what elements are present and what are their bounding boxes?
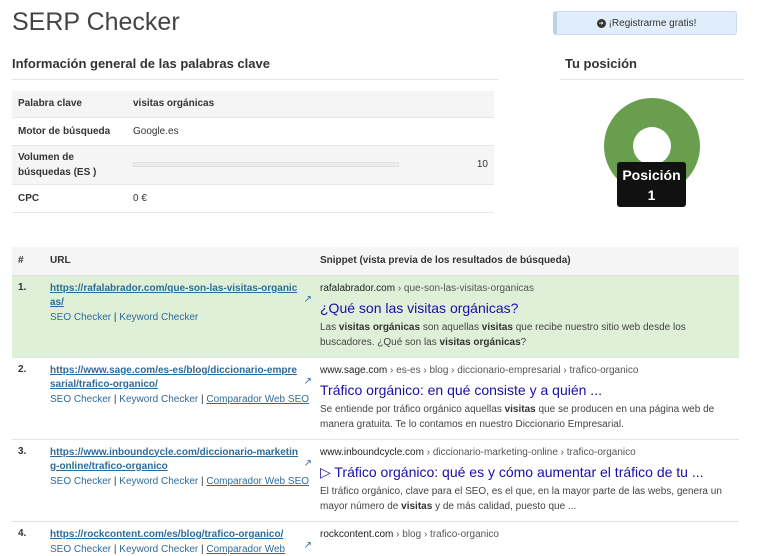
result-url-link[interactable]: https://www.sage.com/es-es/blog/dicciona… (50, 364, 298, 392)
result-rank: 2. (12, 357, 50, 440)
overview-label: Motor de búsqueda (18, 125, 111, 137)
column-header-snippet: Snippet (vista previa de los resultados … (318, 247, 739, 276)
result-url-cell: ↗ https://rafalabrador.com/que-son-las-vi… (50, 275, 318, 358)
divider (560, 79, 744, 80)
snippet-domain: www.inboundcycle.com (320, 446, 424, 458)
tool-link-seo-checker[interactable]: SEO Checker (50, 544, 111, 555)
search-volume-bar (133, 161, 399, 167)
snippet-keyword-highlight: visitas (504, 403, 536, 415)
snippet-text: ? (520, 336, 527, 348)
snippet-title[interactable]: Tráfico orgánico: en qué consiste y a qu… (320, 381, 731, 400)
table-row: 1. ↗ https://rafalabrador.com/que-son-las-… (12, 275, 739, 358)
result-tools: SEO Checker | Keyword Checker | Comparad… (50, 475, 312, 489)
result-url-link[interactable]: https://www.inboundcycle.com/diccionario… (50, 446, 298, 474)
result-url-cell: ↗ https://www.inboundcycle.com/diccionari… (50, 439, 318, 522)
overview-label: CPC (18, 192, 40, 204)
table-row: 2. ↗ https://www.sage.com/es-es/blog/dicci… (12, 357, 739, 440)
external-link-icon[interactable]: ↗ (304, 540, 312, 551)
tool-link-keyword-checker[interactable]: Keyword Checker (119, 312, 198, 323)
overview-label: Palabra clave (18, 98, 82, 110)
arrow-circle-icon: ➜ (596, 18, 606, 28)
tool-link-keyword-checker[interactable]: Keyword Checker (119, 544, 198, 555)
snippet-breadcrumb: › es-es › blog › diccionario-empresarial… (387, 364, 639, 376)
result-tools: SEO Checker | Keyword Checker (50, 311, 312, 325)
snippet-domain-line: rafalabrador.com › que-son-las-visitas-o… (320, 282, 731, 296)
donut-hole (633, 127, 671, 165)
snippet-text: Se entiende por tráfico orgánico aquella… (320, 403, 505, 415)
serp-results-table: # URL Snippet (vista previa de los resul… (12, 247, 739, 556)
snippet-breadcrumb: › blog › trafico-organico (393, 528, 499, 540)
snippet-title[interactable]: ¿Qué son las visitas orgánicas? (320, 299, 731, 318)
result-rank: 3. (12, 439, 50, 522)
table-row: 4. ↗ https://rockcontent.com/es/blog/trafi… (12, 521, 739, 556)
cpc-value: 0 € (133, 192, 147, 204)
position-badge-label: Posición (622, 167, 681, 183)
result-snippet: www.inboundcycle.com › diccionario-marke… (318, 439, 739, 522)
snippet-keyword-highlight: visitas (481, 321, 513, 333)
result-tools: SEO Checker | Keyword Checker | Comparad… (50, 543, 312, 556)
snippet-text: Las (320, 321, 339, 333)
table-row: 3. ↗ https://www.inboundcycle.com/dicciona… (12, 439, 739, 522)
snippet-text: son aquellas (420, 321, 482, 333)
result-snippet: rockcontent.com › blog › trafico-organic… (318, 521, 739, 556)
table-header-row: # URL Snippet (vista previa de los resul… (12, 247, 739, 276)
search-engine-value: Google.es (133, 125, 179, 137)
position-badge: Posición 1 (617, 162, 686, 207)
tool-link-keyword-checker[interactable]: Keyword Checker (119, 476, 198, 487)
snippet-domain: rockcontent.com (320, 528, 394, 540)
register-button[interactable]: ➜ ¡Registrarme gratis! (553, 11, 737, 35)
snippet-domain: www.sage.com (320, 364, 388, 376)
position-title: Tu posición (565, 56, 637, 71)
snippet-title[interactable]: ▷ Tráfico orgánico: qué es y cómo aument… (320, 463, 731, 482)
snippet-keyword-highlight: visitas orgánicas (439, 336, 521, 348)
result-url-cell: ↗ https://www.sage.com/es-es/blog/diccion… (50, 357, 318, 440)
snippet-text: y de más calidad, puesto que ... (432, 500, 577, 512)
snippet-breadcrumb: › que-son-las-visitas-organicas (395, 282, 534, 294)
result-snippet: rafalabrador.com › que-son-las-visitas-o… (318, 275, 739, 358)
result-url-link[interactable]: https://rafalabrador.com/que-son-las-vis… (50, 282, 298, 310)
overview-title: Información general de las palabras clav… (12, 56, 270, 71)
divider (12, 79, 498, 80)
snippet-breadcrumb: › diccionario-marketing-online › trafico… (423, 446, 636, 458)
column-header-url: URL (50, 247, 318, 276)
column-header-rank: # (12, 247, 50, 276)
snippet-domain: rafalabrador.com (320, 282, 396, 294)
snippet-keyword-highlight: visitas orgánicas (338, 321, 421, 333)
register-button-label: ¡Registrarme gratis! (608, 17, 697, 29)
overview-row: Volumen de búsquedas (ES ) 10 (12, 145, 494, 184)
overview-row: CPC 0 € (12, 184, 494, 212)
snippet-description: El tráfico orgánico, clave para el SEO, … (320, 484, 731, 514)
keyword-overview-table: Palabra clave visitas orgánicas Motor de… (12, 91, 494, 213)
overview-label: Volumen de búsquedas (ES ) (18, 151, 97, 178)
result-url-link[interactable]: https://rockcontent.com/es/blog/trafico-… (50, 528, 298, 542)
keyword-value: visitas orgánicas (133, 98, 215, 110)
result-snippet: www.sage.com › es-es › blog › diccionari… (318, 357, 739, 440)
snippet-domain-line: rockcontent.com › blog › trafico-organic… (320, 528, 731, 542)
external-link-icon[interactable]: ↗ (304, 294, 312, 305)
snippet-domain-line: www.sage.com › es-es › blog › diccionari… (320, 364, 731, 378)
snippet-domain-line: www.inboundcycle.com › diccionario-marke… (320, 446, 731, 460)
snippet-description: Las visitas orgánicas son aquellas visit… (320, 320, 731, 350)
result-rank: 1. (12, 275, 50, 358)
search-volume-value: 10 (476, 159, 488, 170)
tool-link-keyword-checker[interactable]: Keyword Checker (119, 394, 198, 405)
result-rank: 4. (12, 521, 50, 556)
snippet-keyword-highlight: visitas (401, 500, 433, 512)
position-badge-number: 1 (647, 187, 656, 203)
external-link-icon[interactable]: ↗ (304, 376, 312, 387)
result-url-cell: ↗ https://rockcontent.com/es/blog/trafico… (50, 521, 318, 556)
result-tools: SEO Checker | Keyword Checker | Comparad… (50, 393, 312, 407)
tool-link-seo-checker[interactable]: SEO Checker (50, 394, 111, 405)
tool-link-comparador-web-seo[interactable]: Comparador Web SEO (206, 394, 309, 405)
search-volume-cell: 10 (127, 145, 494, 184)
overview-row: Motor de búsqueda Google.es (12, 117, 494, 145)
external-link-icon[interactable]: ↗ (304, 458, 312, 469)
overview-row: Palabra clave visitas orgánicas (12, 91, 494, 117)
page-title: SERP Checker (12, 8, 180, 36)
tool-link-comparador-web-seo[interactable]: Comparador Web SEO (206, 476, 309, 487)
tool-link-seo-checker[interactable]: SEO Checker (50, 476, 111, 487)
snippet-description: Se entiende por tráfico orgánico aquella… (320, 402, 731, 432)
tool-link-seo-checker[interactable]: SEO Checker (50, 312, 111, 323)
